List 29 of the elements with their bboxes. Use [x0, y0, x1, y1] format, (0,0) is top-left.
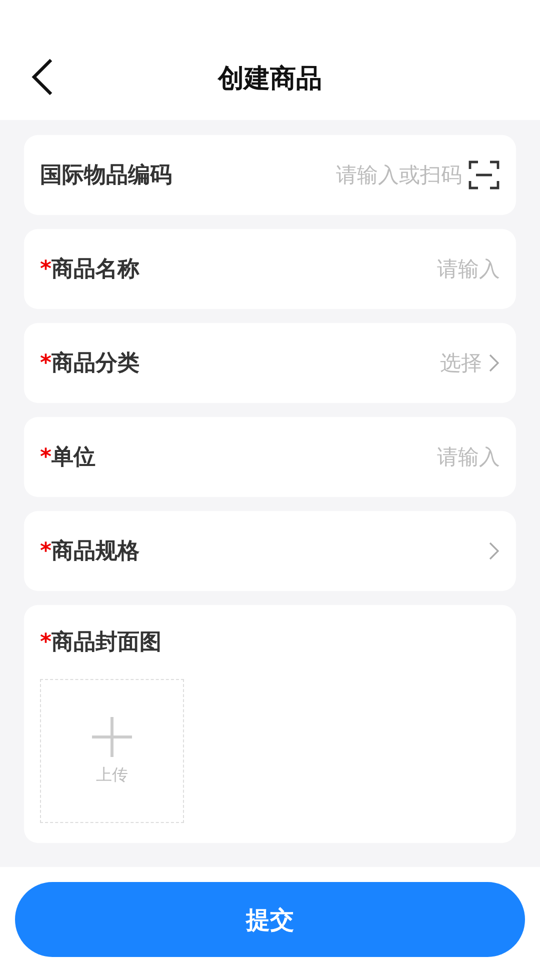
- input-field[interactable]: 请输入或扫码: [336, 161, 462, 189]
- chevron-icon: [488, 353, 500, 373]
- back-icon[interactable]: [30, 58, 54, 96]
- field-label: 商品封面图: [52, 629, 162, 657]
- form-row[interactable]: *商品分类 选择: [24, 323, 516, 403]
- form-row[interactable]: 国际物品编码 请输入或扫码: [24, 135, 516, 215]
- field-label: 商品分类: [52, 350, 140, 378]
- field-label: 商品规格: [52, 538, 140, 566]
- field-label: 单位: [52, 444, 96, 472]
- submit-button[interactable]: 提交: [15, 882, 525, 957]
- field-label: 国际物品编码: [40, 162, 172, 190]
- scan-icon[interactable]: [468, 159, 500, 191]
- select-field[interactable]: 选择: [440, 349, 482, 377]
- chevron-icon: [488, 541, 500, 561]
- input-field[interactable]: 请输入: [437, 443, 500, 471]
- required-mark: *: [40, 444, 52, 470]
- form-row[interactable]: *商品规格: [24, 511, 516, 591]
- plus-icon: [92, 716, 132, 756]
- page-title: 创建商品: [218, 62, 322, 96]
- form-row[interactable]: *单位 请输入: [24, 417, 516, 497]
- required-mark: *: [40, 630, 52, 654]
- upload-area[interactable]: 上传: [40, 679, 184, 823]
- form-row[interactable]: *商品名称 请输入: [24, 229, 516, 309]
- required-mark: *: [40, 538, 52, 564]
- required-mark: *: [40, 350, 52, 376]
- field-label: 商品名称: [52, 256, 140, 284]
- upload-label: 上传: [96, 764, 128, 786]
- required-mark: *: [40, 256, 52, 282]
- input-field[interactable]: 请输入: [437, 255, 500, 283]
